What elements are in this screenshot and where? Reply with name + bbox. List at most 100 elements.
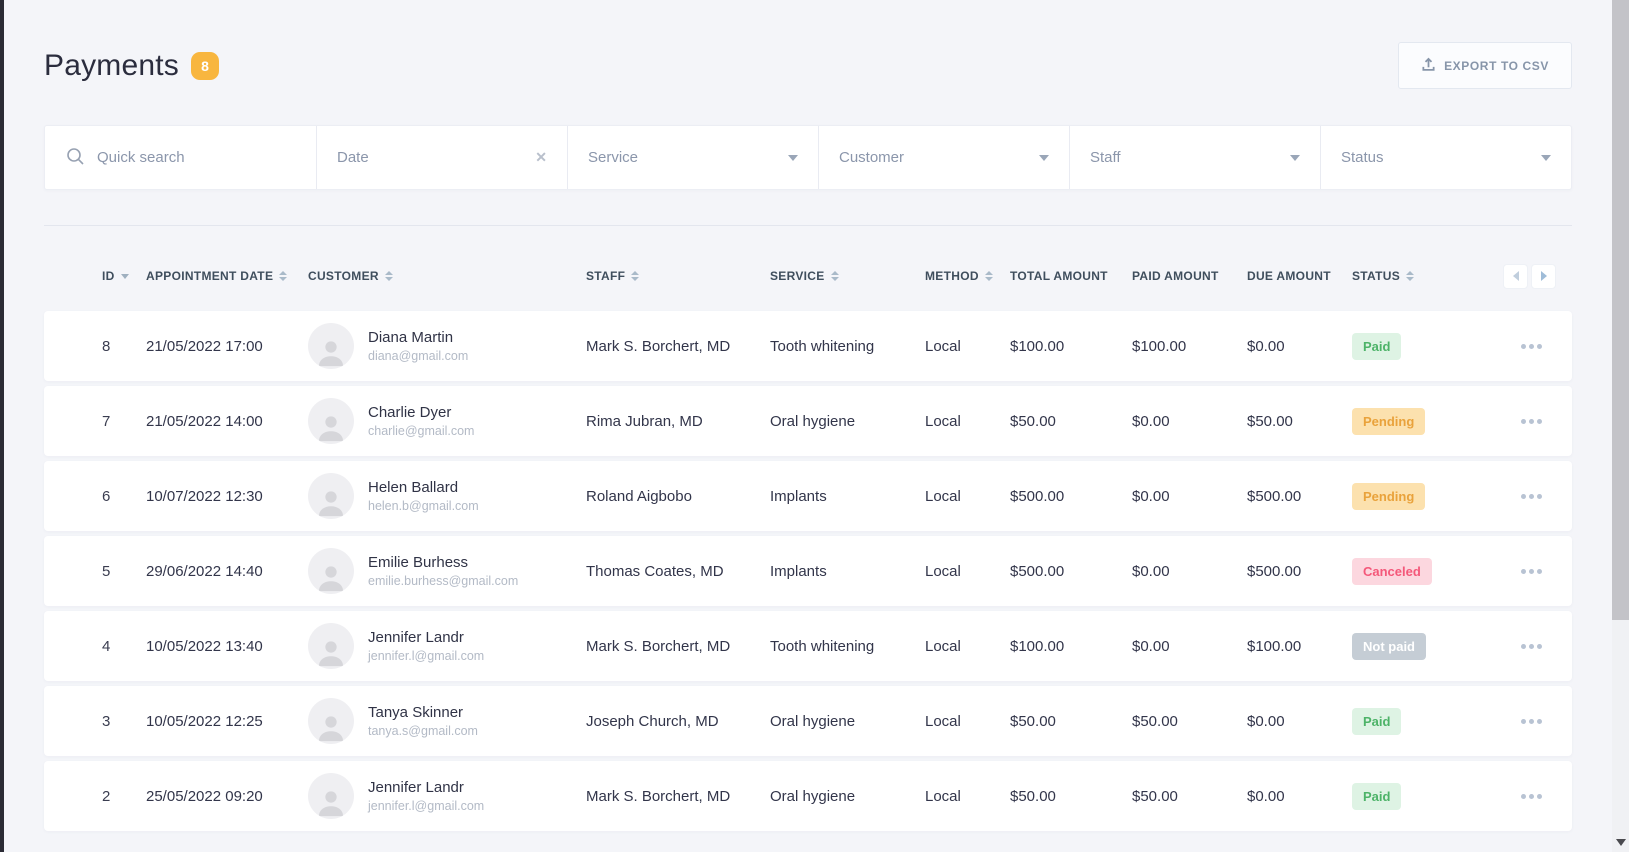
- customer-name: Helen Ballard: [368, 479, 479, 496]
- date-filter[interactable]: Date ✕: [317, 126, 568, 189]
- customer-email: diana@gmail.com: [368, 349, 468, 363]
- staff-filter-label: Staff: [1090, 149, 1290, 166]
- column-header-paid-amount: PAID AMOUNT: [1132, 269, 1247, 283]
- customer-email: jennifer.l@gmail.com: [368, 799, 484, 813]
- row-actions-menu-icon[interactable]: [1519, 788, 1544, 805]
- row-staff: Mark S. Borchert, MD: [586, 638, 770, 655]
- column-header-status[interactable]: STATUS: [1352, 269, 1464, 283]
- row-service: Implants: [770, 563, 925, 580]
- column-header-total-amount: TOTAL AMOUNT: [1010, 269, 1132, 283]
- row-staff: Thomas Coates, MD: [586, 563, 770, 580]
- row-total-amount: $50.00: [1010, 413, 1132, 430]
- row-appointment-date: 29/06/2022 14:40: [146, 563, 308, 580]
- page-header: Payments 8 EXPORT TO CSV: [44, 42, 1572, 89]
- row-method: Local: [925, 413, 1010, 430]
- status-badge: Canceled: [1352, 558, 1432, 585]
- row-appointment-date: 10/07/2022 12:30: [146, 488, 308, 505]
- pagination-next-button[interactable]: [1531, 264, 1556, 289]
- scrollbar-down-arrow[interactable]: [1612, 839, 1629, 846]
- status-badge: Paid: [1352, 333, 1401, 360]
- row-total-amount: $500.00: [1010, 563, 1132, 580]
- row-method: Local: [925, 713, 1010, 730]
- row-customer: Emilie Burhess emilie.burhess@gmail.com: [308, 548, 586, 594]
- table-row: 6 10/07/2022 12:30 Helen Ballard helen.b…: [44, 461, 1572, 531]
- column-header-appointment-date[interactable]: APPOINTMENT DATE: [146, 269, 308, 283]
- row-paid-amount: $50.00: [1132, 713, 1247, 730]
- row-actions-cell: [1464, 338, 1572, 355]
- scrollbar-thumb[interactable]: [1612, 0, 1629, 620]
- column-header-service[interactable]: SERVICE: [770, 269, 925, 283]
- row-paid-amount: $50.00: [1132, 788, 1247, 805]
- row-due-amount: $0.00: [1247, 713, 1352, 730]
- sort-desc-icon: [121, 274, 129, 279]
- sort-icon: [1406, 271, 1414, 281]
- quick-search-field[interactable]: [45, 126, 317, 189]
- column-header-due-amount: DUE AMOUNT: [1247, 269, 1352, 283]
- customer-avatar: [308, 398, 354, 444]
- table-pagination: [1464, 264, 1572, 289]
- staff-filter[interactable]: Staff: [1070, 126, 1321, 189]
- row-actions-menu-icon[interactable]: [1519, 713, 1544, 730]
- row-actions-menu-icon[interactable]: [1519, 488, 1544, 505]
- customer-name: Emilie Burhess: [368, 554, 518, 571]
- customer-email: emilie.burhess@gmail.com: [368, 574, 518, 588]
- customer-email: jennifer.l@gmail.com: [368, 649, 484, 663]
- row-total-amount: $100.00: [1010, 638, 1132, 655]
- export-to-csv-button[interactable]: EXPORT TO CSV: [1398, 42, 1572, 89]
- chevron-right-icon: [1541, 271, 1547, 281]
- status-filter[interactable]: Status: [1321, 126, 1571, 189]
- search-icon: [65, 146, 85, 170]
- row-method: Local: [925, 788, 1010, 805]
- row-customer: Jennifer Landr jennifer.l@gmail.com: [308, 773, 586, 819]
- pagination-prev-button[interactable]: [1503, 264, 1528, 289]
- row-actions-menu-icon[interactable]: [1519, 338, 1544, 355]
- quick-search-input[interactable]: [97, 149, 296, 166]
- row-actions-menu-icon[interactable]: [1519, 563, 1544, 580]
- row-service: Oral hygiene: [770, 713, 925, 730]
- sort-icon: [831, 271, 839, 281]
- sort-icon: [631, 271, 639, 281]
- row-actions-cell: [1464, 413, 1572, 430]
- filter-bar: Date ✕ Service Customer Staff Status: [44, 125, 1572, 190]
- row-staff: Joseph Church, MD: [586, 713, 770, 730]
- customer-name: Jennifer Landr: [368, 779, 484, 796]
- customer-name: Charlie Dyer: [368, 404, 474, 421]
- clear-date-icon[interactable]: ✕: [535, 149, 547, 166]
- customer-avatar: [308, 698, 354, 744]
- row-customer: Charlie Dyer charlie@gmail.com: [308, 398, 586, 444]
- row-due-amount: $50.00: [1247, 413, 1352, 430]
- sort-icon: [385, 271, 393, 281]
- customer-filter[interactable]: Customer: [819, 126, 1070, 189]
- section-divider: [44, 225, 1572, 226]
- row-total-amount: $50.00: [1010, 713, 1132, 730]
- row-actions-menu-icon[interactable]: [1519, 638, 1544, 655]
- row-method: Local: [925, 563, 1010, 580]
- row-status-cell: Not paid: [1352, 633, 1464, 660]
- row-customer: Tanya Skinner tanya.s@gmail.com: [308, 698, 586, 744]
- chevron-down-icon: [1290, 155, 1300, 161]
- row-service: Oral hygiene: [770, 788, 925, 805]
- status-filter-label: Status: [1341, 149, 1541, 166]
- page-title: Payments: [44, 49, 179, 83]
- customer-avatar: [308, 473, 354, 519]
- row-appointment-date: 21/05/2022 17:00: [146, 338, 308, 355]
- row-staff: Mark S. Borchert, MD: [586, 338, 770, 355]
- date-filter-label: Date: [337, 149, 535, 166]
- row-service: Implants: [770, 488, 925, 505]
- vertical-scrollbar[interactable]: [1612, 0, 1629, 852]
- service-filter-label: Service: [588, 149, 788, 166]
- service-filter[interactable]: Service: [568, 126, 819, 189]
- row-staff: Mark S. Borchert, MD: [586, 788, 770, 805]
- row-actions-menu-icon[interactable]: [1519, 413, 1544, 430]
- column-header-customer[interactable]: CUSTOMER: [308, 269, 586, 283]
- row-status-cell: Pending: [1352, 408, 1464, 435]
- table-row: 3 10/05/2022 12:25 Tanya Skinner tanya.s…: [44, 686, 1572, 756]
- row-paid-amount: $100.00: [1132, 338, 1247, 355]
- status-badge: Pending: [1352, 408, 1425, 435]
- column-header-method[interactable]: METHOD: [925, 269, 1010, 283]
- sort-icon: [985, 271, 993, 281]
- table-row: 8 21/05/2022 17:00 Diana Martin diana@gm…: [44, 311, 1572, 381]
- row-id: 7: [102, 413, 146, 430]
- column-header-staff[interactable]: STAFF: [586, 269, 770, 283]
- column-header-id[interactable]: ID: [102, 269, 146, 283]
